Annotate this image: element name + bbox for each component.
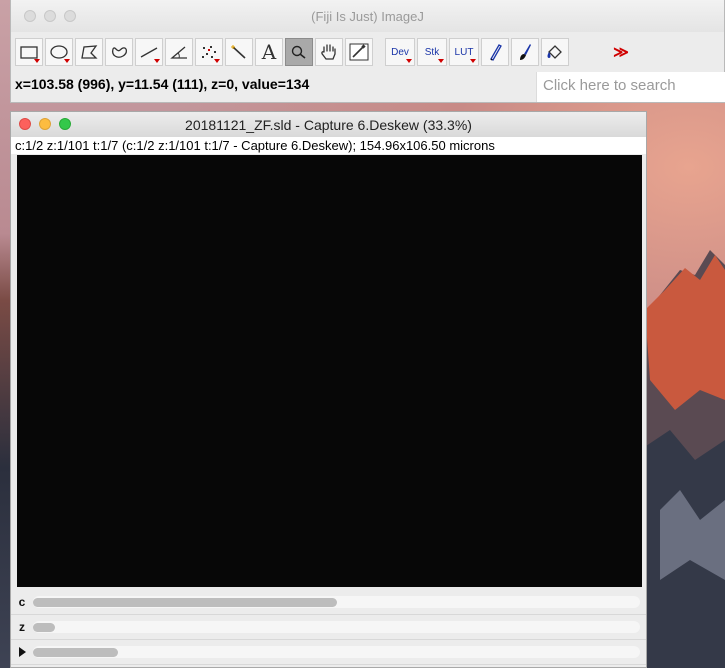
lut-tool[interactable]: LUT <box>449 38 479 66</box>
multipoint-icon <box>202 46 216 58</box>
dev-label: Dev <box>391 46 409 58</box>
text-A-icon: A <box>261 40 277 64</box>
more-tools-button[interactable]: ≫ <box>607 38 635 66</box>
wand-icon <box>231 45 246 59</box>
image-window-controls <box>19 118 71 130</box>
hand-tool[interactable] <box>315 38 343 66</box>
close-button[interactable] <box>19 118 31 130</box>
channel-slider-label: c <box>18 595 26 609</box>
channel-slider[interactable] <box>33 596 640 608</box>
image-window: 20181121_ZF.sld - Capture 6.Deskew (33.3… <box>10 111 647 668</box>
hyperstack-sliders: c z <box>11 590 646 665</box>
tool-menu-indicator <box>406 59 412 63</box>
pencil-tool[interactable] <box>481 38 509 66</box>
brush-icon <box>520 44 531 60</box>
stk-tool[interactable]: Stk <box>417 38 447 66</box>
angle-icon <box>170 46 187 59</box>
zoom-button[interactable] <box>59 118 71 130</box>
point-tool[interactable] <box>195 38 223 66</box>
angle-tool[interactable] <box>165 38 193 66</box>
rectangle-icon <box>20 46 38 59</box>
wand-tool[interactable] <box>225 38 253 66</box>
status-bar-text: x=103.58 (996), y=11.54 (111), z=0, valu… <box>15 76 310 92</box>
oval-tool[interactable] <box>45 38 73 66</box>
time-slider[interactable] <box>33 646 640 658</box>
dev-tool[interactable]: Dev <box>385 38 415 66</box>
minimize-button[interactable] <box>44 10 56 22</box>
tool-menu-indicator <box>64 59 70 63</box>
oval-icon <box>50 45 68 59</box>
search-input[interactable]: Click here to search <box>536 72 725 102</box>
z-slider-label: z <box>19 620 25 634</box>
freehand-icon <box>112 47 128 58</box>
z-slider-thumb[interactable] <box>33 623 55 632</box>
channel-slider-row: c <box>11 590 646 615</box>
time-slider-row <box>11 640 646 665</box>
hand-icon <box>321 44 336 60</box>
dropper-icon <box>349 43 369 61</box>
time-slider-thumb[interactable] <box>33 648 118 657</box>
lut-label: LUT <box>454 46 474 58</box>
polygon-tool[interactable] <box>75 38 103 66</box>
channel-slider-thumb[interactable] <box>33 598 337 607</box>
fiji-main-window: (Fiji Is Just) ImageJ A Dev Stk LUT ≫ x=… <box>10 0 725 103</box>
fiji-toolbar: A Dev Stk LUT ≫ <box>15 37 635 67</box>
empty-tool-slot <box>571 38 599 66</box>
bucket-icon <box>547 45 562 59</box>
stk-label: Stk <box>424 46 440 58</box>
tool-menu-indicator <box>438 59 444 63</box>
polygon-icon <box>81 45 98 59</box>
fiji-titlebar: (Fiji Is Just) ImageJ <box>11 0 724 32</box>
color-picker-tool[interactable] <box>345 38 373 66</box>
image-window-title: 20181121_ZF.sld - Capture 6.Deskew (33.3… <box>185 116 472 133</box>
brush-tool[interactable] <box>511 38 539 66</box>
text-tool[interactable]: A <box>255 38 283 66</box>
line-tool[interactable] <box>135 38 163 66</box>
image-window-titlebar: 20181121_ZF.sld - Capture 6.Deskew (33.3… <box>11 112 646 137</box>
pencil-icon <box>490 44 502 61</box>
magnifier-tool[interactable] <box>285 38 313 66</box>
line-icon <box>140 47 158 58</box>
image-info-line: c:1/2 z:1/101 t:1/7 (c:1/2 z:1/101 t:1/7… <box>11 137 646 154</box>
close-button[interactable] <box>24 10 36 22</box>
play-icon[interactable] <box>19 647 26 657</box>
z-slider-row: z <box>11 615 646 640</box>
tool-menu-indicator <box>154 59 160 63</box>
magnifier-icon <box>291 45 306 59</box>
zoom-button[interactable] <box>64 10 76 22</box>
tool-menu-indicator <box>34 59 40 63</box>
tool-menu-indicator <box>214 59 220 63</box>
fiji-window-controls <box>24 10 76 22</box>
flood-fill-tool[interactable] <box>541 38 569 66</box>
z-slider[interactable] <box>33 621 640 633</box>
tool-menu-indicator <box>470 59 476 63</box>
rectangle-tool[interactable] <box>15 38 43 66</box>
mountain-graphic <box>640 250 725 668</box>
image-canvas[interactable] <box>17 155 642 587</box>
fiji-window-title: (Fiji Is Just) ImageJ <box>311 8 424 24</box>
freehand-tool[interactable] <box>105 38 133 66</box>
minimize-button[interactable] <box>39 118 51 130</box>
